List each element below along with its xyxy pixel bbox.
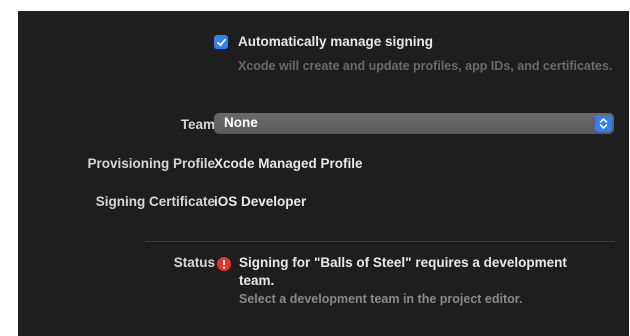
checkmark-icon bbox=[216, 38, 226, 46]
signing-certificate-value: iOS Developer bbox=[214, 194, 307, 209]
auto-signing-checkbox[interactable] bbox=[214, 35, 228, 49]
team-select[interactable]: None bbox=[214, 113, 614, 134]
section-divider bbox=[145, 241, 615, 242]
signing-panel: Automatically manage signing Xcode will … bbox=[18, 11, 629, 336]
provisioning-profile-value: Xcode Managed Profile bbox=[214, 156, 363, 171]
status-message: Signing for "Balls of Steel" requires a … bbox=[239, 255, 567, 288]
provisioning-profile-label: Provisioning Profile bbox=[87, 156, 215, 171]
status-label: Status bbox=[173, 255, 215, 270]
team-label: Team bbox=[180, 117, 215, 132]
error-icon bbox=[217, 257, 231, 271]
signing-certificate-label: Signing Certificate bbox=[95, 194, 215, 209]
auto-signing-description: Xcode will create and update profiles, a… bbox=[238, 59, 613, 73]
status-hint: Select a development team in the project… bbox=[239, 292, 523, 306]
team-select-value: None bbox=[224, 115, 258, 130]
auto-signing-label[interactable]: Automatically manage signing bbox=[238, 34, 433, 49]
select-stepper-icon[interactable] bbox=[595, 115, 612, 132]
